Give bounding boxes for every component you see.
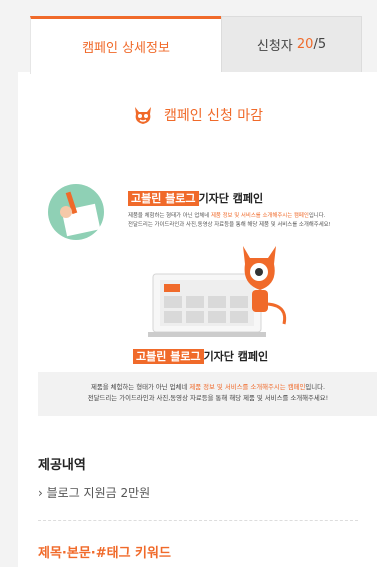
tab-campaign-detail-label: 캠페인 상세정보 <box>82 41 170 56</box>
tab-campaign-detail[interactable]: 캠페인 상세정보 <box>30 16 221 74</box>
provided-item: › 블로그 지원금 2만원 <box>38 486 151 500</box>
section-divider <box>38 520 358 521</box>
promo-desc-2-b: 입니다. <box>305 383 326 391</box>
promo-desc-1-b: 입니다. <box>308 213 326 219</box>
campaign-detail-panel: 캠페인 신청 마감 고블린 블로그 기자단 캠페인 제품을 체험하는 형태가 아닌… <box>18 72 377 567</box>
promo-desc-1-highlight: 제품 정보 및 서비스를 소개해주시는 캠페인 <box>210 213 309 219</box>
campaign-closed-text: 캠페인 신청 마감 <box>163 108 264 124</box>
keywords-section-title: 제목·본문·#태그 키워드 <box>38 546 171 561</box>
blog-writing-illustration <box>48 184 104 240</box>
promo-desc-1-line2: 전달드리는 가이드라인과 사진,동영상 자료등을 통해 해당 제품 및 서비스를… <box>128 222 331 228</box>
promo-title-rest-2: 기자단 캠페인 <box>203 350 269 363</box>
promo-brand-1: 고블린 블로그 <box>128 191 199 206</box>
devil-mascot-icon <box>134 107 151 124</box>
promo-desc-1: 제품을 체험하는 형태가 아닌 업체네 제품 정보 및 서비스를 소개해주시는 … <box>128 212 363 230</box>
campaign-closed-banner: 캠페인 신청 마감 <box>18 104 377 126</box>
promo-desc-2: 제품을 체험하는 형태가 아닌 업체네 제품 정보 및 서비스를 소개해주시는 … <box>38 372 377 416</box>
promo-desc-2-a: 제품을 체험하는 형태가 아닌 업체네 <box>90 383 190 391</box>
laptop-devil-illustration <box>148 246 287 337</box>
provided-section-title: 제공내역 <box>38 458 86 473</box>
promo-title-1: 고블린 블로그 기자단 캠페인 <box>128 190 263 206</box>
tab-applicants[interactable]: 신청자 20/5 <box>221 16 362 72</box>
applicants-total: /5 <box>313 37 327 52</box>
applicants-count: 20 <box>296 37 314 52</box>
promo-desc-2-line2: 전달드리는 가이드라인과 사진,동영상 자료등을 통해 해당 제품 및 서비스를… <box>87 394 329 402</box>
promo-brand-2: 고블린 블로그 <box>133 349 204 364</box>
promo-title-rest-1: 기자단 캠페인 <box>198 192 264 205</box>
promo-desc-2-highlight: 제품 정보 및 서비스를 소개해주시는 캠페인 <box>189 383 306 391</box>
campaign-intro-graphic: 고블린 블로그 기자단 캠페인 제품을 체험하는 형태가 아닌 업체네 제품 정보… <box>38 172 377 492</box>
tab-applicants-label: 신청자 <box>256 39 293 54</box>
promo-desc-1-a: 제품을 체험하는 형태가 아닌 업체네 <box>128 213 211 219</box>
promo-title-2: 고블린 블로그 기자단 캠페인 <box>133 348 268 364</box>
campaign-tabs: 캠페인 상세정보 신청자 20/5 <box>30 16 362 74</box>
